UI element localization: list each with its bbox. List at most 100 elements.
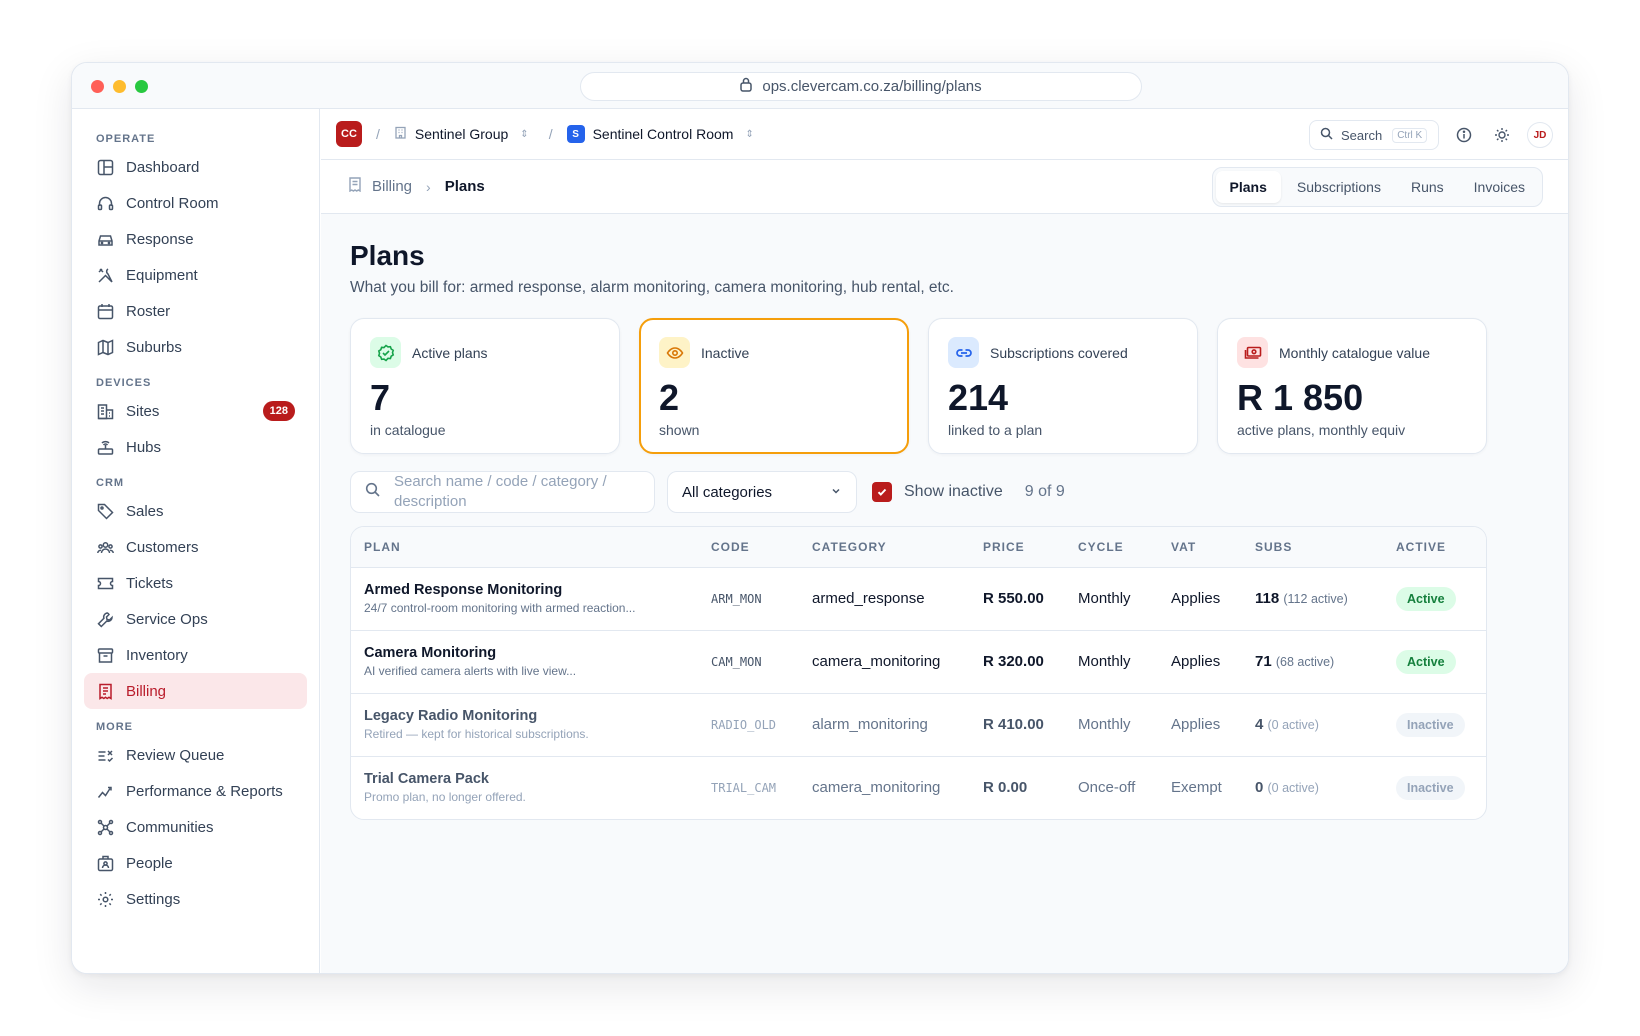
sidebar-item-settings[interactable]: Settings bbox=[84, 881, 307, 917]
section-label-operate: OPERATE bbox=[96, 133, 156, 145]
stat-card-monthly-value[interactable]: Monthly catalogue value R 1 850 active p… bbox=[1217, 318, 1487, 454]
column-header[interactable]: VAT bbox=[1158, 527, 1242, 568]
sidebar-item-review-queue[interactable]: Review Queue bbox=[84, 737, 307, 773]
stat-card-active-plans[interactable]: Active plans 7 in catalogue bbox=[350, 318, 620, 454]
money-icon bbox=[1237, 337, 1268, 368]
building-icon bbox=[394, 126, 407, 142]
section-label-crm: CRM bbox=[96, 477, 125, 489]
sidebar-item-people[interactable]: People bbox=[84, 845, 307, 881]
column-header[interactable]: SUBS bbox=[1242, 527, 1383, 568]
sidebar-item-dashboard[interactable]: Dashboard bbox=[84, 149, 307, 185]
sidebar-item-inventory[interactable]: Inventory bbox=[84, 637, 307, 673]
theme-toggle-sun-icon[interactable] bbox=[1489, 122, 1515, 148]
column-header[interactable]: PLAN bbox=[351, 527, 698, 568]
receipt-icon bbox=[348, 177, 362, 196]
plan-code: CAM_MON bbox=[711, 655, 762, 669]
search-label: Search bbox=[1341, 127, 1383, 143]
column-header[interactable]: CATEGORY bbox=[799, 527, 970, 568]
sidebar-item-sites[interactable]: Sites 128 bbox=[84, 393, 307, 429]
plan-name[interactable]: Trial Camera Pack bbox=[364, 771, 698, 787]
category-value: All categories bbox=[682, 483, 773, 501]
result-count: 9 of 9 bbox=[1024, 483, 1065, 500]
wrench-icon bbox=[96, 610, 114, 628]
sidebar-item-sales[interactable]: Sales bbox=[84, 493, 307, 529]
sidebar: OPERATE Dashboard Control Room Response … bbox=[72, 109, 320, 973]
sidebar-item-service-ops[interactable]: Service Ops bbox=[84, 601, 307, 637]
sidebar-item-tickets[interactable]: Tickets bbox=[84, 565, 307, 601]
column-header[interactable]: CYCLE bbox=[1065, 527, 1158, 568]
address-bar[interactable]: ops.clevercam.co.za/billing/plans bbox=[580, 72, 1142, 101]
tab-plans[interactable]: Plans bbox=[1215, 171, 1281, 203]
control-room-switcher[interactable]: S Sentinel Control Room ⇕ bbox=[566, 125, 754, 143]
global-search-button[interactable]: Search Ctrl K bbox=[1309, 120, 1439, 150]
column-header[interactable]: ACTIVE bbox=[1383, 527, 1486, 568]
category-select[interactable]: All categories bbox=[667, 471, 857, 513]
app-logo[interactable]: CC bbox=[336, 121, 362, 147]
sidebar-item-label: Response bbox=[126, 230, 194, 248]
plan-price: R 410.00 bbox=[970, 693, 1065, 757]
show-inactive-label[interactable]: Show inactive bbox=[904, 483, 1003, 501]
stat-card-subscriptions-covered[interactable]: Subscriptions covered 214 linked to a pl… bbox=[928, 318, 1198, 454]
tab-subscriptions[interactable]: Subscriptions bbox=[1283, 171, 1395, 203]
section-label-more: MORE bbox=[96, 721, 133, 733]
plan-name[interactable]: Armed Response Monitoring bbox=[364, 582, 698, 598]
org-switcher[interactable]: Sentinel Group ⇕ bbox=[394, 126, 529, 142]
table-row[interactable]: Camera Monitoring AI verified camera aler… bbox=[351, 630, 1486, 694]
section-label-devices: DEVICES bbox=[96, 377, 152, 389]
sidebar-item-suburbs[interactable]: Suburbs bbox=[84, 329, 307, 365]
info-icon[interactable] bbox=[1451, 122, 1477, 148]
plan-search-input[interactable]: Search name / code / category / descript… bbox=[350, 471, 655, 513]
plan-price: R 0.00 bbox=[983, 779, 1028, 797]
browser-window: ops.clevercam.co.za/billing/plans OPERAT… bbox=[71, 62, 1569, 974]
sidebar-item-customers[interactable]: Customers bbox=[84, 529, 307, 565]
sidebar-item-equipment[interactable]: Equipment bbox=[84, 257, 307, 293]
plan-cycle: Once-off bbox=[1078, 779, 1136, 797]
plan-cycle: Monthly bbox=[1065, 567, 1158, 631]
tab-runs[interactable]: Runs bbox=[1397, 171, 1458, 203]
stat-card-inactive[interactable]: Inactive 2 shown bbox=[639, 318, 909, 454]
table-row[interactable]: Legacy Radio Monitoring Retired — kept fo… bbox=[351, 693, 1486, 757]
plan-name[interactable]: Legacy Radio Monitoring bbox=[364, 708, 698, 724]
plan-description: Promo plan, no longer offered. bbox=[364, 790, 526, 805]
map-icon bbox=[96, 338, 114, 356]
table-row[interactable]: Armed Response Monitoring 24/7 control-ro… bbox=[351, 567, 1486, 631]
plan-code: RADIO_OLD bbox=[711, 718, 777, 732]
check-icon bbox=[877, 488, 887, 496]
maximize-window-button[interactable] bbox=[135, 80, 148, 93]
sidebar-item-label: Performance & Reports bbox=[126, 782, 283, 800]
user-avatar[interactable]: JD bbox=[1527, 122, 1553, 148]
sidebar-item-label: Hubs bbox=[126, 438, 162, 456]
status-badge[interactable]: Active bbox=[1396, 649, 1456, 674]
sidebar-item-label: Communities bbox=[126, 818, 214, 836]
sidebar-item-control-room[interactable]: Control Room bbox=[84, 185, 307, 221]
card-value: 2 bbox=[659, 377, 680, 418]
plan-category: camera_monitoring bbox=[812, 779, 941, 797]
close-window-button[interactable] bbox=[91, 80, 104, 93]
minimize-window-button[interactable] bbox=[113, 80, 126, 93]
plan-cycle: Monthly bbox=[1065, 693, 1158, 757]
sidebar-item-performance-reports[interactable]: Performance & Reports bbox=[84, 773, 307, 809]
link-icon bbox=[948, 337, 979, 368]
sidebar-item-roster[interactable]: Roster bbox=[84, 293, 307, 329]
list-check-icon bbox=[96, 746, 114, 764]
sidebar-item-billing[interactable]: Billing bbox=[84, 673, 307, 709]
sidebar-item-response[interactable]: Response bbox=[84, 221, 307, 257]
status-badge[interactable]: Active bbox=[1396, 586, 1456, 611]
plan-vat: Exempt bbox=[1171, 779, 1222, 797]
plan-name[interactable]: Camera Monitoring bbox=[364, 645, 698, 661]
breadcrumb-billing[interactable]: Billing bbox=[372, 178, 412, 195]
column-header[interactable]: PRICE bbox=[970, 527, 1065, 568]
column-header[interactable]: CODE bbox=[698, 527, 799, 568]
plan-code: ARM_MON bbox=[711, 592, 762, 606]
sidebar-item-label: Tickets bbox=[126, 574, 173, 592]
status-badge[interactable]: Inactive bbox=[1396, 775, 1465, 800]
status-badge[interactable]: Inactive bbox=[1396, 712, 1465, 737]
eye-icon bbox=[659, 337, 690, 368]
stat-cards: Active plans 7 in catalogue Inactive 2 s… bbox=[350, 318, 1539, 454]
show-inactive-checkbox[interactable] bbox=[872, 482, 892, 502]
table-row[interactable]: Trial Camera Pack Promo plan, no longer o… bbox=[351, 756, 1486, 819]
sidebar-item-hubs[interactable]: Hubs bbox=[84, 429, 307, 465]
tab-invoices[interactable]: Invoices bbox=[1460, 171, 1539, 203]
plan-category: alarm_monitoring bbox=[799, 693, 970, 757]
sidebar-item-communities[interactable]: Communities bbox=[84, 809, 307, 845]
